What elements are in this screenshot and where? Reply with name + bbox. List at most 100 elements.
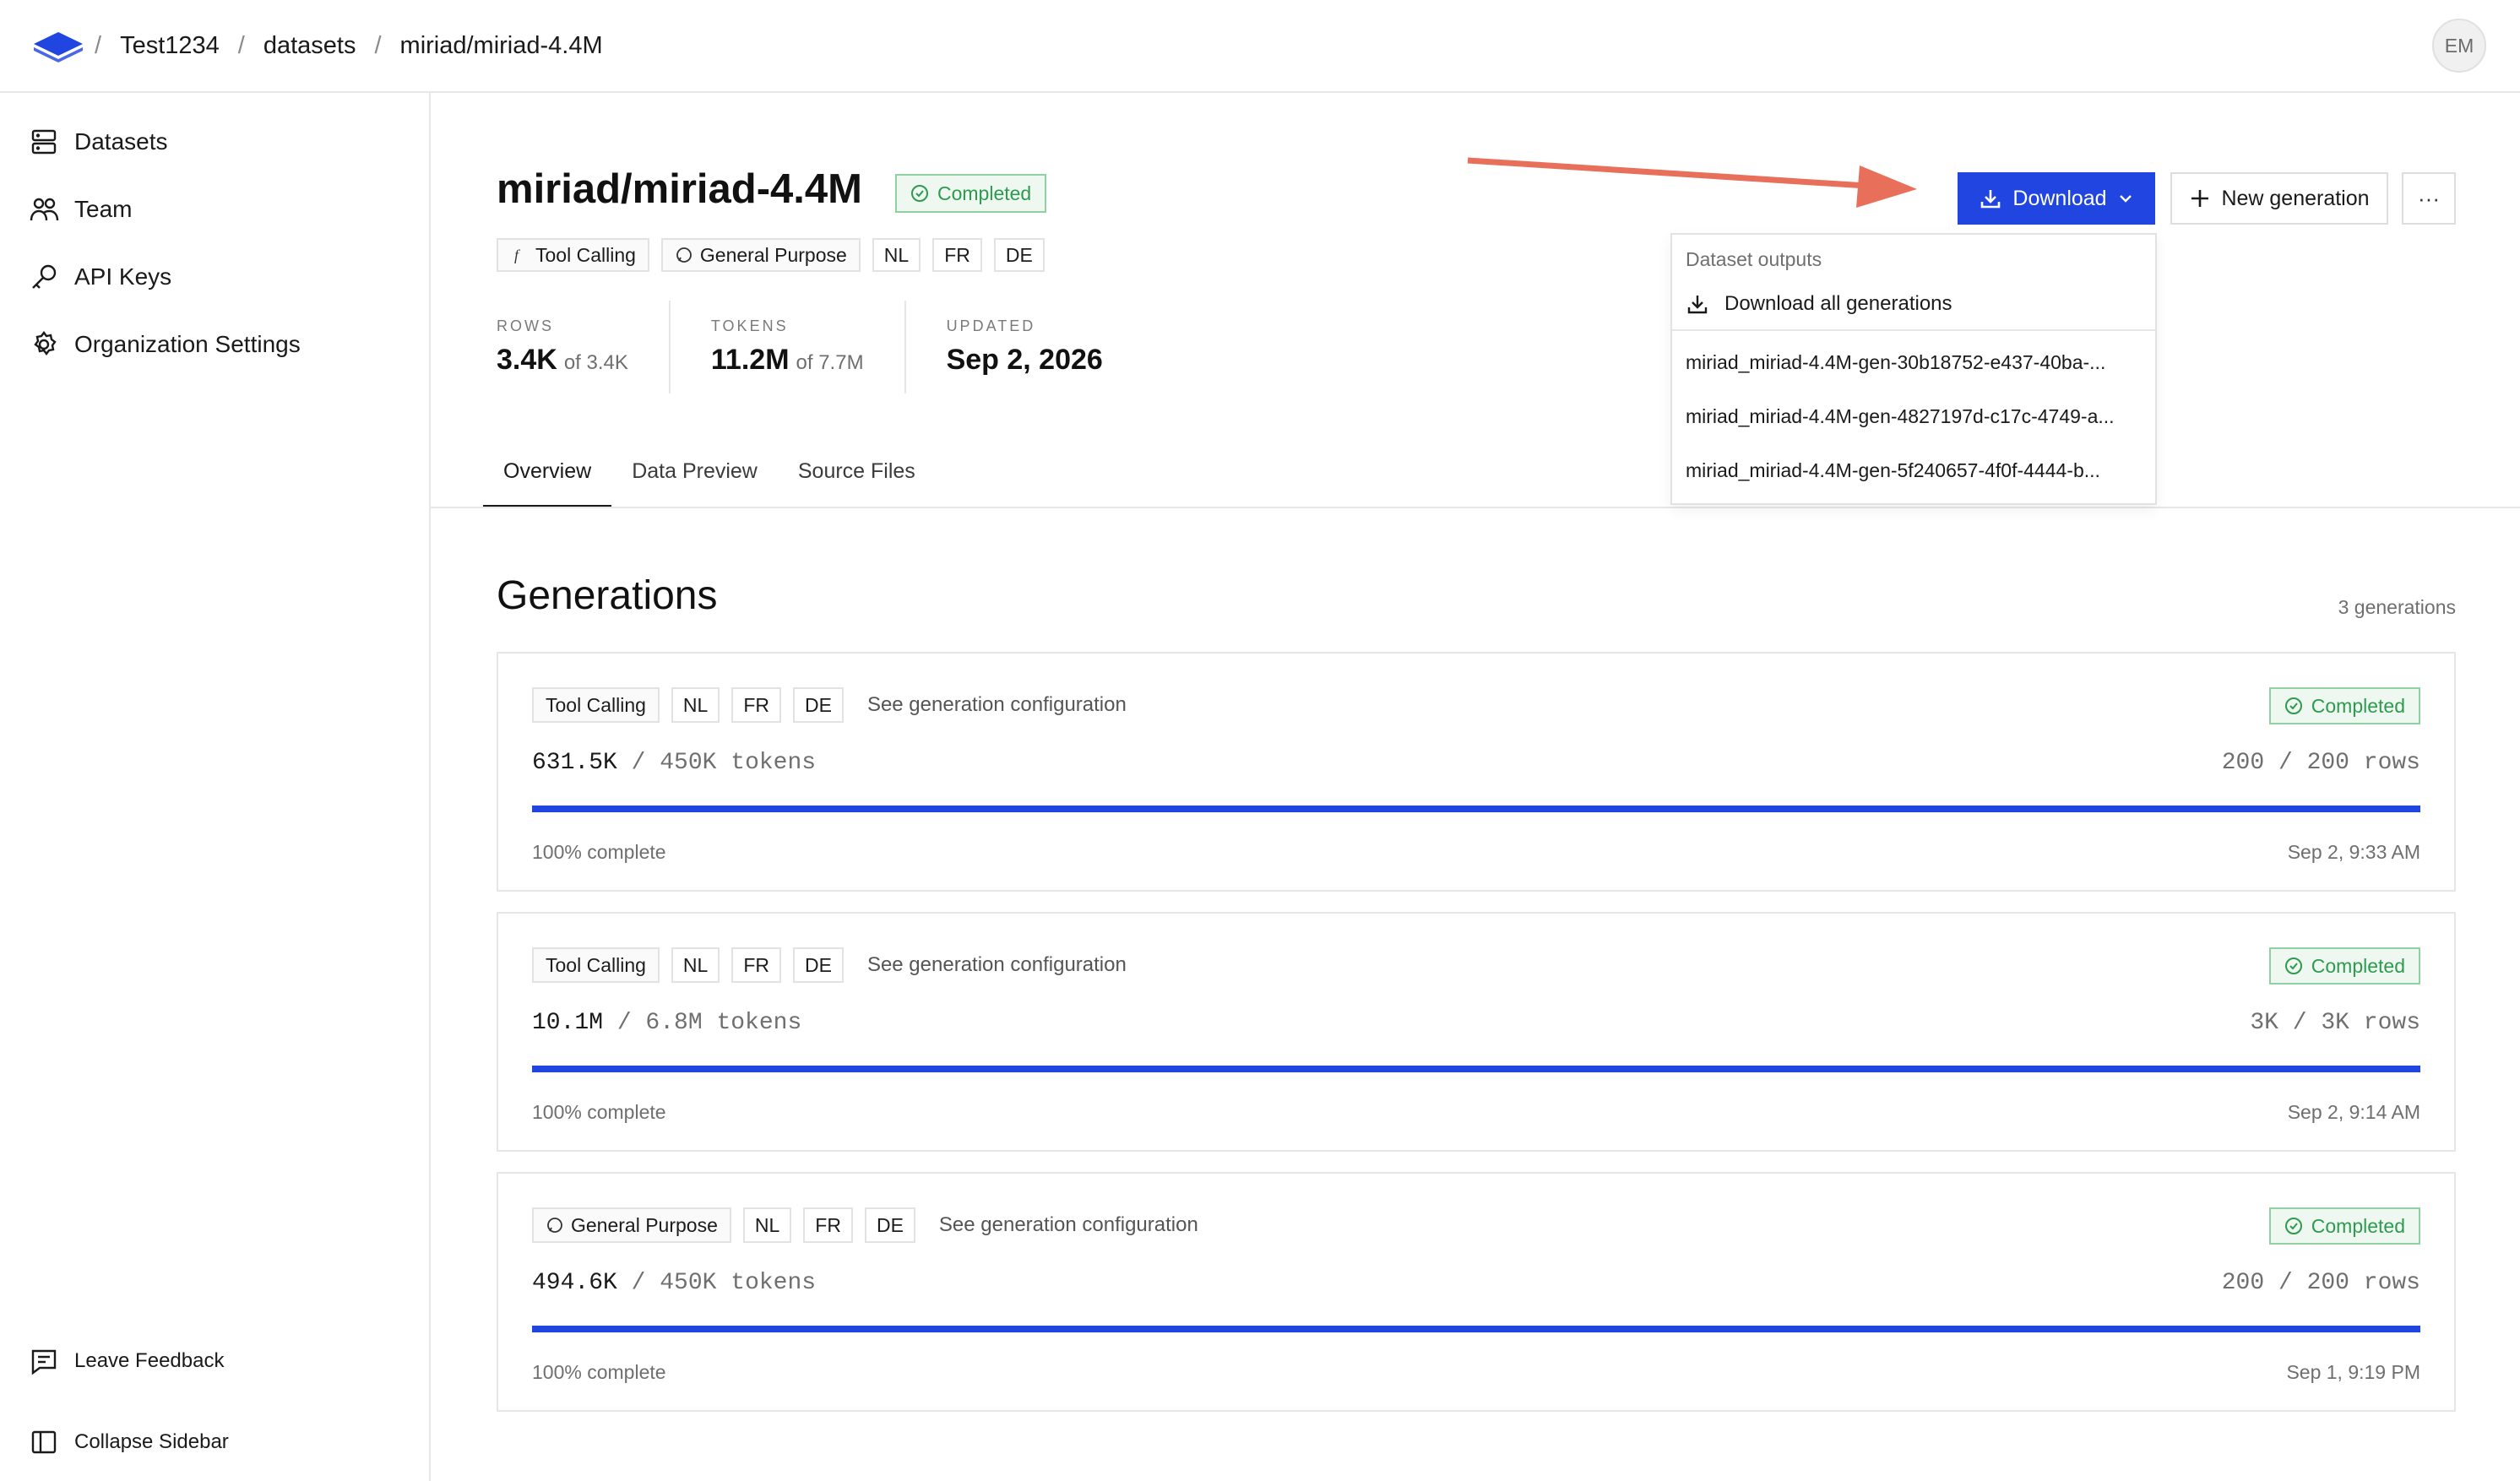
status-text: Completed [2311, 954, 2405, 977]
tag-general-purpose: General Purpose [660, 238, 861, 272]
feedback-icon [27, 1344, 61, 1378]
progress-text: 100% complete [532, 1101, 666, 1123]
sidebar-item-datasets[interactable]: Datasets [27, 118, 168, 165]
generation-type-tag: Tool Calling [532, 947, 660, 983]
status-badge: Completed [2268, 947, 2420, 985]
language-chip: DE [792, 687, 844, 723]
download-dropdown-menu: Dataset outputs Download all generations… [1670, 233, 2157, 505]
stat-label: UPDATED [946, 317, 1036, 334]
chat-bubble-icon [546, 1216, 564, 1234]
divider [431, 507, 2520, 508]
top-bar: / Test1234 / datasets / miriad/miriad-4.… [0, 0, 2520, 93]
sidebar-item-label: Datasets [74, 128, 168, 155]
download-label: Download [2012, 186, 2107, 210]
tag-label: Tool Calling [535, 243, 636, 266]
dropdown-generation-item[interactable]: miriad_miriad-4.4M-gen-30b18752-e437-40b… [1672, 336, 2155, 388]
language-chip: NL [671, 687, 720, 723]
tag-label: Tool Calling [546, 953, 646, 976]
more-options-button[interactable]: ··· [2402, 172, 2456, 225]
stat-tokens: TOKENS 11.2M of 7.7M [668, 301, 904, 393]
breadcrumb-separator: / [374, 31, 382, 59]
generation-type-tag: General Purpose [532, 1207, 731, 1243]
avatar[interactable]: EM [2432, 19, 2486, 73]
check-circle-icon [2284, 1217, 2303, 1235]
stat-value: 3.4K of 3.4K [497, 344, 628, 376]
sidebar-item-organization-settings[interactable]: Organization Settings [27, 321, 301, 368]
download-icon [1979, 187, 2002, 210]
generation-card: Tool Calling NL FR DE See generation con… [497, 912, 2456, 1152]
generation-count: 3 generations [2338, 596, 2456, 618]
tag-label: Tool Calling [546, 693, 646, 716]
status-text: Completed [2311, 694, 2405, 717]
language-chip: NL [742, 1207, 792, 1243]
download-all-label: Download all generations [1724, 292, 1952, 315]
logo-icon[interactable] [32, 27, 84, 64]
breadcrumb-org[interactable]: Test1234 [120, 32, 220, 60]
download-icon [1686, 292, 1709, 316]
breadcrumb: / Test1234 / datasets / miriad/miriad-4.… [95, 27, 622, 64]
sidebar-icon [27, 1425, 61, 1459]
sidebar-item-label: Team [74, 196, 133, 222]
row-count: 200 / 200 rows [2221, 750, 2420, 776]
function-icon: f [510, 246, 529, 264]
generation-type-tag: Tool Calling [532, 687, 660, 723]
chat-bubble-icon [675, 246, 693, 264]
collapse-sidebar-button[interactable]: Collapse Sidebar [27, 1419, 229, 1466]
status-badge: Completed [895, 174, 1047, 213]
language-chip: NL [671, 947, 720, 983]
progress-fill [532, 1326, 2420, 1332]
download-button[interactable]: Download [1958, 172, 2155, 225]
breadcrumb-separator: / [95, 31, 102, 59]
stat-value: 11.2M of 7.7M [710, 344, 864, 376]
breadcrumb-dataset[interactable]: miriad/miriad-4.4M [400, 32, 603, 60]
token-count: 10.1M / 6.8M tokens [532, 1010, 802, 1036]
section-title: Generations [497, 573, 718, 618]
generation-tags: Tool Calling NL FR DE See generation con… [532, 947, 1127, 983]
dropdown-generation-item[interactable]: miriad_miriad-4.4M-gen-5f240657-4f0f-444… [1672, 444, 2155, 496]
leave-feedback-label: Leave Feedback [74, 1349, 225, 1372]
token-count: 631.5K / 450K tokens [532, 750, 817, 776]
progress-bar [532, 1326, 2420, 1332]
progress-bar [532, 1066, 2420, 1072]
token-count: 494.6K / 450K tokens [532, 1270, 817, 1296]
database-icon [27, 125, 61, 159]
see-generation-configuration-link[interactable]: See generation configuration [867, 953, 1127, 977]
dataset-stats: ROWS 3.4K of 3.4K TOKENS 11.2M of 7.7M UPD… [497, 301, 1143, 393]
status-badge: Completed [2268, 687, 2420, 724]
breadcrumb-datasets[interactable]: datasets [263, 32, 356, 60]
language-chip: DE [864, 1207, 915, 1243]
key-icon [27, 260, 61, 294]
generation-card: Tool Calling NL FR DE See generation con… [497, 652, 2456, 892]
sidebar-item-api-keys[interactable]: API Keys [27, 253, 171, 301]
status-text: Completed [2311, 1214, 2405, 1237]
language-chip: NL [872, 238, 921, 272]
tab-source-files[interactable]: Source Files [778, 448, 936, 508]
status-text: Completed [937, 182, 1032, 204]
tag-label: General Purpose [571, 1213, 718, 1236]
tab-data-preview[interactable]: Data Preview [611, 448, 778, 508]
timestamp: Sep 2, 9:14 AM [2287, 1101, 2420, 1123]
progress-bar [532, 806, 2420, 812]
stat-updated: UPDATED Sep 2, 2026 [904, 301, 1143, 393]
tab-overview[interactable]: Overview [483, 448, 612, 508]
tag-label: General Purpose [699, 243, 847, 266]
status-badge: Completed [2268, 1207, 2420, 1245]
leave-feedback-button[interactable]: Leave Feedback [27, 1337, 224, 1385]
dropdown-generation-item[interactable]: miriad_miriad-4.4M-gen-4827197d-c17c-474… [1672, 390, 2155, 442]
collapse-sidebar-label: Collapse Sidebar [74, 1430, 229, 1453]
timestamp: Sep 1, 9:19 PM [2286, 1361, 2420, 1383]
language-chip: DE [792, 947, 844, 983]
see-generation-configuration-link[interactable]: See generation configuration [939, 1213, 1198, 1237]
download-all-generations-item[interactable]: Download all generations [1672, 279, 2155, 331]
row-count: 200 / 200 rows [2221, 1270, 2420, 1296]
dropdown-heading: Dataset outputs [1686, 248, 1822, 270]
svg-text:f: f [514, 247, 521, 263]
sidebar-item-team[interactable]: Team [27, 186, 132, 233]
generation-tags: Tool Calling NL FR DE See generation con… [532, 687, 1127, 723]
new-generation-button[interactable]: New generation [2170, 172, 2388, 225]
stat-rows: ROWS 3.4K of 3.4K [497, 301, 669, 393]
breadcrumb-separator: / [237, 31, 245, 59]
page-title: miriad/miriad-4.4M [497, 166, 862, 212]
see-generation-configuration-link[interactable]: See generation configuration [867, 693, 1127, 717]
generation-tags: General Purpose NL FR DE See generation … [532, 1207, 1198, 1243]
